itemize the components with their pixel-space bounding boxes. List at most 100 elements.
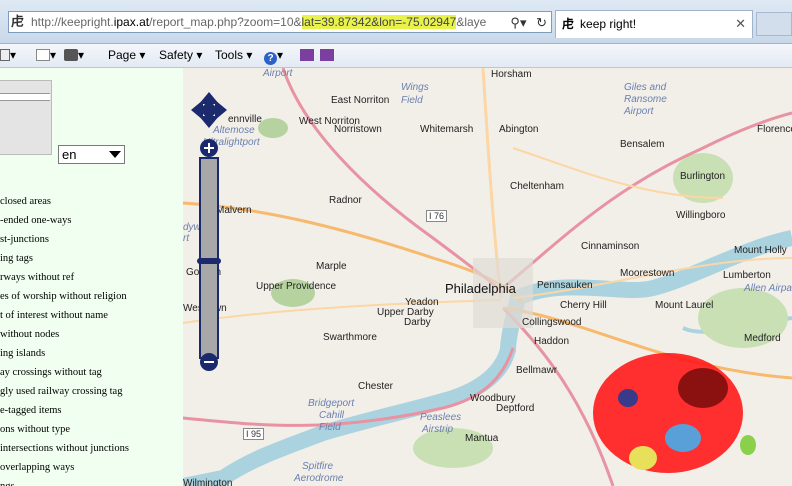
zoom-slider-handle[interactable] [197, 258, 221, 264]
print-button[interactable]: ▾ [64, 44, 84, 66]
error-type-item[interactable]: rways without ref [0, 268, 129, 287]
place-medford: Medford [744, 333, 781, 344]
error-type-item[interactable]: overlapping ways [0, 458, 129, 477]
language-select[interactable]: en [58, 145, 125, 164]
safety-menu[interactable]: Safety ▾ [159, 44, 202, 66]
place-abington: Abington [499, 124, 539, 135]
place-allen-airpark: Allen Airpark [744, 283, 792, 294]
url-field[interactable]: ⾌ http://keepright.ipax.at/report_map.php… [8, 11, 552, 33]
feeds-button[interactable]: ▾ [0, 44, 16, 66]
place-cinnaminson: Cinnaminson [581, 241, 640, 252]
map-zoom-control [191, 90, 227, 375]
place-bensalem: Bensalem [620, 139, 665, 150]
minus-icon [204, 361, 214, 363]
onenote-linked-button[interactable] [320, 44, 334, 66]
place-moorestown: Moorestown [620, 268, 675, 279]
error-type-item[interactable]: ngs [0, 477, 129, 486]
error-type-item[interactable]: ing islands [0, 344, 129, 363]
place-horsham: Horsham [491, 69, 532, 80]
place-lumberton: Lumberton [723, 270, 771, 281]
error-type-item[interactable]: closed areas [0, 192, 129, 211]
tab-keepright[interactable]: ⾌ keep right! ✕ [555, 10, 753, 38]
tools-menu[interactable]: Tools ▾ [215, 44, 252, 66]
error-type-item[interactable]: st-junctions [0, 230, 129, 249]
place-pennsauken: Pennsauken [537, 280, 593, 291]
place-chester: Chester [358, 381, 394, 392]
place-norristown: Norristown [334, 124, 382, 135]
place-peaslees-2: Airstrip [422, 424, 454, 435]
road [281, 68, 505, 295]
error-cluster-green [740, 435, 756, 455]
place-burlington: Burlington [680, 171, 726, 182]
error-type-item[interactable]: ing tags [0, 249, 129, 268]
onenote-button[interactable] [300, 44, 314, 66]
place-florence: Florence [757, 124, 792, 135]
place-giles-3: Airport [624, 106, 654, 117]
print-icon [64, 49, 78, 61]
place-philadelphia: Philadelphia [445, 281, 516, 296]
url-suffix: &laye [456, 15, 487, 29]
url-highlight: lat=39.87342&lon=-75.02947 [301, 15, 457, 29]
place-brandywine-2: rt [183, 233, 190, 244]
place-darby: Darby [404, 317, 431, 328]
place-marple: Marple [316, 261, 347, 272]
url-domain: ipax.at [113, 15, 150, 29]
map-canvas [183, 68, 792, 486]
place-mantua: Mantua [465, 433, 499, 444]
tab-title: keep right! [580, 17, 637, 31]
error-type-item[interactable]: intersections without junctions [0, 439, 129, 458]
place-cheltenham: Cheltenham [510, 181, 564, 192]
error-type-item[interactable]: e-tagged items [0, 401, 129, 420]
browser-address-bar: ⾌ http://keepright.ipax.at/report_map.php… [0, 0, 792, 44]
pan-right-icon[interactable] [215, 100, 227, 120]
place-swarthmore: Swarthmore [323, 332, 377, 343]
help-icon: ? [264, 52, 277, 65]
refresh-icon[interactable]: ↻ [536, 15, 547, 30]
map-view[interactable]: Horsham Airport East Norriton Wings Fiel… [183, 68, 792, 486]
place-bridgeport: Bridgeport [308, 398, 355, 409]
help-button[interactable]: ? ▾ [264, 44, 283, 66]
place-collingswood: Collingswood [522, 317, 582, 328]
keepright-favicon-icon: ⾌ [11, 14, 25, 29]
command-bar: ▾ ▾ ▾ Page ▾ Safety ▾ Tools ▾ ? ▾ [0, 44, 792, 68]
url-path: /report_map.php?zoom=10& [149, 15, 302, 29]
place-airport: Airport [263, 68, 293, 79]
place-radnor: Radnor [329, 195, 362, 206]
place-spitfire-2: Aerodrome [294, 473, 344, 484]
pan-control[interactable] [191, 92, 227, 128]
error-type-item[interactable]: es of worship without religion [0, 287, 129, 306]
place-pennville: ennville [228, 114, 262, 125]
error-type-item[interactable]: without nodes [0, 325, 129, 344]
place-whitemarsh: Whitemarsh [420, 124, 474, 135]
place-bridgeport-2: Cahill [319, 410, 345, 421]
error-type-item[interactable]: -ended one-ways [0, 211, 129, 230]
place-deptford: Deptford [496, 403, 535, 414]
feeds-icon [0, 49, 10, 61]
place-wings-field-2: Field [401, 95, 423, 106]
place-wings-field: Wings [401, 82, 429, 93]
error-cluster-dark [678, 368, 728, 408]
error-cluster-yellow [629, 446, 657, 470]
sidebar: en closed areas -ended one-ways st-junctio… [0, 68, 183, 486]
new-tab-button[interactable] [756, 12, 792, 36]
place-upper-providence: Upper Providence [256, 281, 337, 292]
pan-center [202, 103, 216, 117]
page-menu[interactable]: Page ▾ [108, 44, 145, 66]
error-type-item[interactable]: t of interest without name [0, 306, 129, 325]
search-icon[interactable]: ⚲▾ [510, 15, 526, 30]
place-mount-laurel: Mount Laurel [655, 300, 714, 311]
place-giles: Giles and [624, 82, 667, 93]
overview-map-thumbnail[interactable] [0, 80, 52, 155]
place-wilmington: Wilmington [183, 478, 233, 486]
onenote-icon [300, 49, 314, 61]
place-peaslees: Peaslees [420, 412, 462, 423]
place-willingboro: Willingboro [676, 210, 726, 221]
close-icon[interactable]: ✕ [735, 11, 746, 37]
mail-button[interactable]: ▾ [36, 44, 56, 66]
pan-left-icon[interactable] [191, 100, 203, 120]
place-bridgeport-3: Field [319, 422, 341, 433]
mail-icon [36, 49, 50, 61]
error-type-item[interactable]: gly used railway crossing tag [0, 382, 129, 401]
error-type-item[interactable]: ay crossings without tag [0, 363, 129, 382]
error-type-item[interactable]: ons without type [0, 420, 129, 439]
